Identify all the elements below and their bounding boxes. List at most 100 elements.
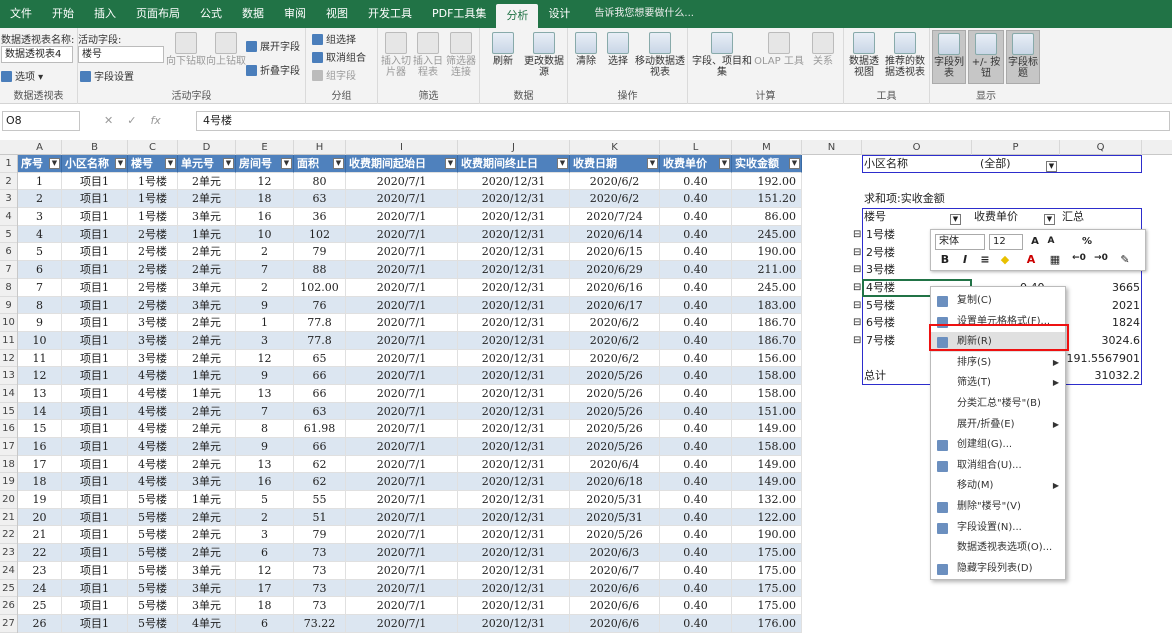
collapse-icon[interactable]: ⊟ (853, 261, 861, 278)
cell[interactable]: 2020/5/26 (570, 420, 660, 438)
cell[interactable]: 4号楼 (128, 473, 178, 492)
cell[interactable]: 2020/7/1 (346, 190, 458, 209)
cell[interactable]: 2020/7/1 (346, 314, 458, 332)
cell[interactable]: 2单元 (178, 544, 236, 562)
select-button[interactable]: 选择 (602, 32, 634, 67)
cell[interactable]: 151.20 (732, 190, 802, 209)
cell[interactable]: 2020/7/1 (346, 455, 458, 474)
context-menu-item[interactable]: 移动(M) ▶ (931, 476, 1065, 496)
filter-dropdown-icon[interactable]: ▼ (49, 158, 60, 169)
cell[interactable]: 0.40 (660, 349, 732, 368)
pivot-measure-label[interactable]: 求和项:实收金额 (864, 190, 945, 207)
collapse-icon[interactable]: ⊟ (853, 244, 861, 261)
context-menu-item[interactable]: 复制(C) (931, 291, 1065, 311)
cell[interactable]: 17 (236, 579, 294, 598)
cell[interactable]: 3单元 (178, 579, 236, 598)
column-header[interactable]: N (802, 140, 862, 155)
tab-8[interactable]: 开发工具 (358, 0, 422, 28)
cell[interactable]: 7 (236, 402, 294, 421)
pivotchart-button[interactable]: 数据透视图 (846, 32, 882, 78)
cell[interactable]: 项目1 (62, 261, 128, 279)
align-center-icon[interactable]: ≡ (977, 253, 993, 266)
cell[interactable]: 55 (294, 491, 346, 509)
cell[interactable]: 2020/6/2 (570, 349, 660, 368)
cell[interactable]: 2020/5/26 (570, 526, 660, 545)
cell[interactable]: 2020/6/2 (570, 331, 660, 350)
cell[interactable]: 156.00 (732, 349, 802, 368)
cell[interactable]: 13 (236, 455, 294, 474)
context-menu-item[interactable]: 筛选(T) ▶ (931, 373, 1065, 393)
cell[interactable]: 5号楼 (128, 597, 178, 615)
cell[interactable]: 2 (236, 243, 294, 262)
options-button[interactable]: 选项 ▾ (1, 68, 43, 83)
cell[interactable]: 2020/5/26 (570, 367, 660, 385)
cell[interactable]: 175.00 (732, 561, 802, 580)
cell[interactable]: 17 (18, 455, 62, 474)
cell[interactable]: 66 (294, 438, 346, 456)
cell[interactable]: 73 (294, 561, 346, 580)
pt-name-input[interactable]: 数据透视表4 (1, 46, 73, 63)
cell[interactable]: 项目1 (62, 278, 128, 297)
cell[interactable]: 项目1 (62, 491, 128, 509)
cell[interactable]: 项目1 (62, 384, 128, 403)
cell[interactable]: 2020/7/1 (346, 491, 458, 509)
tab-0[interactable]: 文件 (0, 0, 42, 28)
cell[interactable]: 项目1 (62, 508, 128, 527)
cell[interactable]: 158.00 (732, 438, 802, 456)
cell[interactable]: 2单元 (178, 172, 236, 191)
cell[interactable]: 6 (18, 261, 62, 279)
cell[interactable]: 3号楼 (128, 331, 178, 350)
fill-color-icon[interactable]: ◆ (997, 253, 1013, 266)
cell[interactable]: 项目1 (62, 597, 128, 615)
cell[interactable]: 2单元 (178, 331, 236, 350)
cell[interactable]: 项目1 (62, 402, 128, 421)
shrink-font-icon[interactable]: A (1043, 236, 1059, 246)
tab-1[interactable]: 开始 (42, 0, 84, 28)
font-size-box[interactable]: 12 (989, 234, 1023, 250)
cell[interactable]: 2020/12/31 (458, 526, 570, 545)
cell[interactable]: 21 (18, 526, 62, 545)
cell[interactable]: 0.40 (660, 172, 732, 191)
cell[interactable]: 项目1 (62, 349, 128, 368)
cell[interactable]: 0.40 (660, 561, 732, 580)
cell[interactable]: 186.70 (732, 314, 802, 332)
name-box[interactable]: O8 (2, 111, 80, 131)
cell[interactable]: 65 (294, 349, 346, 368)
filter-dropdown-icon[interactable]: ▼ (647, 158, 658, 169)
cell[interactable]: 2020/12/31 (458, 172, 570, 191)
cell[interactable]: 2020/7/1 (346, 420, 458, 438)
cell[interactable]: 36 (294, 208, 346, 226)
row-header[interactable]: 19 (0, 473, 17, 492)
table-header-cell[interactable]: 楼号 ▼ (128, 155, 178, 173)
cell[interactable]: 4号楼 (128, 384, 178, 403)
collapse-icon[interactable]: ⊟ (853, 226, 861, 243)
column-header[interactable]: H (294, 140, 346, 155)
cell[interactable]: 3单元 (178, 296, 236, 315)
cell[interactable]: 2020/7/1 (346, 172, 458, 191)
table-header-cell[interactable]: 收费期间终止日 ▼ (458, 155, 570, 173)
cell[interactable]: 2单元 (178, 420, 236, 438)
row-header[interactable]: 8 (0, 279, 17, 297)
cell[interactable]: 2号楼 (128, 261, 178, 279)
cell[interactable]: 2020/7/1 (346, 402, 458, 421)
cell[interactable]: 2单元 (178, 349, 236, 368)
filter-dropdown-icon[interactable]: ▼ (719, 158, 730, 169)
table-header-cell[interactable]: 收费日期 ▼ (570, 155, 660, 173)
cell[interactable]: 3单元 (178, 473, 236, 492)
cell[interactable]: 73.22 (294, 614, 346, 633)
row-header[interactable]: 6 (0, 243, 17, 262)
filter-dropdown-icon[interactable]: ▼ (557, 158, 568, 169)
cell[interactable]: 2020/6/6 (570, 579, 660, 598)
cell[interactable]: 项目1 (62, 544, 128, 562)
row-header[interactable]: 13 (0, 367, 17, 385)
cell[interactable]: 项目1 (62, 420, 128, 438)
cell[interactable]: 20 (18, 508, 62, 527)
active-field-input[interactable]: 楼号 (78, 46, 164, 63)
cell[interactable]: 79 (294, 243, 346, 262)
cell[interactable]: 211.00 (732, 261, 802, 279)
cell[interactable]: 2020/6/4 (570, 455, 660, 474)
cell[interactable]: 2020/7/1 (346, 438, 458, 456)
cell[interactable]: 2 (18, 190, 62, 209)
cell[interactable]: 2020/12/31 (458, 402, 570, 421)
cell[interactable]: 0.40 (660, 331, 732, 350)
